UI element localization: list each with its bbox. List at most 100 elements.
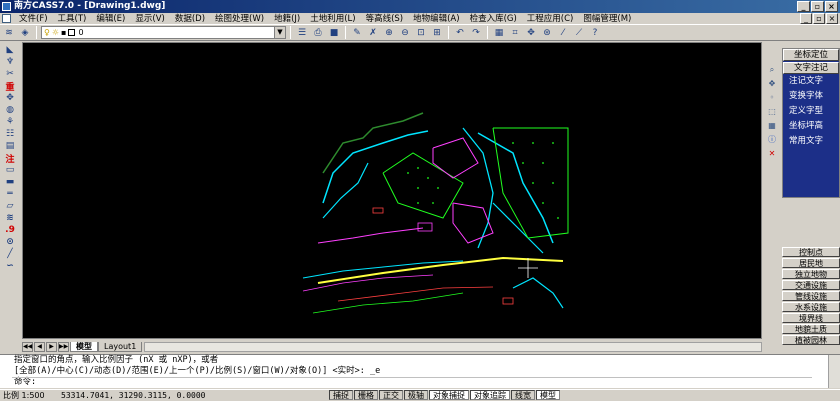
command-window[interactable]: 指定窗口的角点，输入比例因子 (nX 或 nXP)，或者 [全部(A)/中心(C… <box>0 354 840 388</box>
osnap-toggle[interactable]: 对象捕捉 <box>429 390 469 400</box>
panel-item[interactable]: 坐标坪高 <box>783 119 839 134</box>
redo-icon[interactable]: ↷ <box>469 26 483 40</box>
coordinate-locate-button[interactable]: 坐标定位 <box>783 49 839 61</box>
menu-sheet[interactable]: 图幅管理(M) <box>578 13 636 24</box>
menu-drawing[interactable]: 绘图处理(W) <box>210 13 269 24</box>
select-icon[interactable]: ⬚ <box>766 106 778 118</box>
delete-icon[interactable]: ✕ <box>766 148 778 160</box>
match-icon[interactable]: ⌗ <box>508 26 522 40</box>
pan-icon[interactable]: ✥ <box>524 26 538 40</box>
zoom-in-icon[interactable]: ⊕ <box>382 26 396 40</box>
otrack-toggle[interactable]: 对象追踪 <box>470 390 510 400</box>
contour-icon[interactable]: ≋ <box>2 212 18 224</box>
minimize-button[interactable]: _ <box>797 1 810 12</box>
pan-tool-icon[interactable]: ✥ <box>2 92 18 104</box>
print-icon[interactable]: ⎙ <box>311 26 325 40</box>
properties-icon[interactable]: ▦ <box>492 26 506 40</box>
tab-model[interactable]: 模型 <box>70 341 98 352</box>
mdi-minimize-button[interactable]: _ <box>800 13 812 24</box>
category-boundary[interactable]: 境界线 <box>782 313 840 323</box>
ortho-toggle[interactable]: 正交 <box>379 390 403 400</box>
info-icon[interactable]: ⓘ <box>766 134 778 146</box>
drawing-canvas[interactable] <box>22 42 762 339</box>
first-tab-button[interactable]: ◀◀ <box>22 341 33 352</box>
menu-contour[interactable]: 等高线(S) <box>361 13 409 24</box>
pencil-icon[interactable]: ✎ <box>350 26 364 40</box>
erase-icon[interactable]: ✗ <box>366 26 380 40</box>
zoom-window-icon[interactable]: ⊡ <box>414 26 428 40</box>
category-traffic[interactable]: 交通设施 <box>782 280 840 290</box>
zoom-out-icon[interactable]: ⊖ <box>398 26 412 40</box>
last-tab-button[interactable]: ▶▶ <box>58 341 69 352</box>
text-annotation-header[interactable]: 文字注记 <box>783 62 839 74</box>
rectangle-icon[interactable]: ▭ <box>2 164 18 176</box>
command-scrollbar[interactable] <box>828 355 840 388</box>
layer-manager-icon[interactable]: ≋ <box>2 26 16 40</box>
category-landform[interactable]: 地貌土质 <box>782 324 840 334</box>
menu-data[interactable]: 数据(D) <box>170 13 210 24</box>
panel-item[interactable]: 注记文字 <box>783 74 839 89</box>
help-icon[interactable]: ? <box>588 26 602 40</box>
menu-check[interactable]: 检查入库(G) <box>465 13 522 24</box>
category-control-point[interactable]: 控制点 <box>782 247 840 257</box>
circle-tool-button[interactable]: ⊙ <box>2 236 18 248</box>
menu-tools[interactable]: 工具(T) <box>53 13 92 24</box>
next-tab-button[interactable]: ▶ <box>46 341 57 352</box>
curve-icon[interactable]: ∽ <box>2 260 18 272</box>
symbol-tool-icon[interactable]: ♆ <box>2 56 18 68</box>
grid-toggle[interactable]: 栅格 <box>354 390 378 400</box>
document-icon[interactable] <box>2 14 11 23</box>
zoom-extents-icon[interactable]: ⊞ <box>430 26 444 40</box>
command-prompt[interactable]: 命令: <box>14 377 840 388</box>
elevation-button[interactable]: .9 <box>2 224 18 236</box>
pan-icon[interactable]: ✥ <box>766 78 778 90</box>
menu-edit[interactable]: 编辑(E) <box>91 13 130 24</box>
select-tool-icon[interactable]: ☷ <box>2 128 18 140</box>
cut-icon[interactable]: ✂ <box>2 68 18 80</box>
maximize-button[interactable]: ▫ <box>811 1 824 12</box>
grid-icon[interactable]: ▦ <box>766 120 778 132</box>
polar-toggle[interactable]: 极轴 <box>404 390 428 400</box>
menu-cadastral[interactable]: 地籍(J) <box>269 13 305 24</box>
panel-item[interactable]: 常用文字 <box>783 134 839 149</box>
menu-engineering[interactable]: 工程应用(C) <box>522 13 579 24</box>
prev-tab-button[interactable]: ◀ <box>34 341 45 352</box>
undo-icon[interactable]: ↶ <box>453 26 467 40</box>
lineweight-toggle[interactable]: 线宽 <box>511 390 535 400</box>
orbit-icon[interactable]: ⊛ <box>540 26 554 40</box>
chevron-down-icon[interactable]: ▼ <box>274 27 285 38</box>
double-line-icon[interactable]: ═ <box>2 188 18 200</box>
snap-toggle[interactable]: 捕捉 <box>329 390 353 400</box>
point-icon[interactable]: ◦ <box>766 92 778 104</box>
menu-landuse[interactable]: 土地利用(L) <box>305 13 360 24</box>
layer-dropdown[interactable]: ♀ ☼ ▪ 0 ▼ <box>41 26 286 39</box>
layer-tool-icon[interactable]: ◣ <box>2 44 18 56</box>
save-icon[interactable]: ■ <box>327 26 341 40</box>
menu-feature-edit[interactable]: 地物编辑(A) <box>408 13 464 24</box>
annotate-button[interactable]: 注 <box>2 152 18 165</box>
category-independent[interactable]: 独立地物 <box>782 269 840 279</box>
tab-layout1[interactable]: Layout1 <box>98 341 143 352</box>
area-icon[interactable]: ▱ <box>2 200 18 212</box>
horizontal-scrollbar[interactable] <box>144 341 762 352</box>
palette-icon[interactable]: ◍ <box>2 104 18 116</box>
redraw-button[interactable]: 重 <box>2 80 18 93</box>
polyline-icon[interactable]: ⟋ <box>572 26 586 40</box>
panel-item[interactable]: 定义字型 <box>783 104 839 119</box>
line-icon[interactable]: ⁄ <box>556 26 570 40</box>
mdi-close-button[interactable]: × <box>826 13 838 24</box>
category-residential[interactable]: 居民地 <box>782 258 840 268</box>
close-button[interactable]: × <box>825 1 838 12</box>
layer-previous-icon[interactable]: ◈ <box>18 26 32 40</box>
category-water[interactable]: 水系设施 <box>782 302 840 312</box>
tree-icon[interactable]: ⚘ <box>2 116 18 128</box>
menu-view[interactable]: 显示(V) <box>130 13 169 24</box>
list-icon[interactable]: ☰ <box>295 26 309 40</box>
zoom-icon[interactable]: ⌕ <box>766 64 778 76</box>
menu-file[interactable]: 文件(F) <box>14 13 53 24</box>
mdi-restore-button[interactable]: ▫ <box>813 13 825 24</box>
grid-tool-icon[interactable]: ▤ <box>2 140 18 152</box>
line-tool-icon[interactable]: ▬ <box>2 176 18 188</box>
panel-item[interactable]: 变换字体 <box>783 89 839 104</box>
line-draw-icon[interactable]: ╱ <box>2 248 18 260</box>
